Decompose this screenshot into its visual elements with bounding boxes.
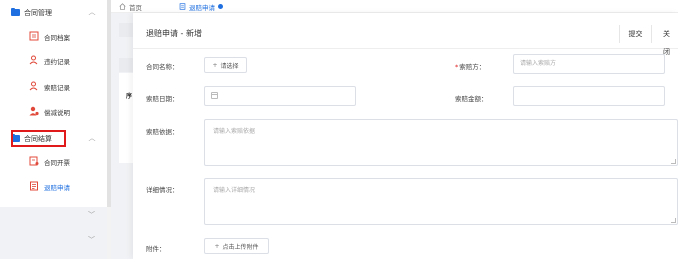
claimant-input[interactable]: 请输入索赔方: [513, 54, 665, 74]
tab-bar: 首页 退赔申请: [111, 0, 678, 13]
refund-request-icon: [30, 181, 38, 191]
upload-button-label: 点击上传附件: [222, 243, 259, 251]
tab-home[interactable]: 首页: [119, 0, 142, 13]
document-icon: [179, 3, 186, 10]
claim-date-picker[interactable]: [204, 86, 356, 106]
claim-record-icon: [29, 81, 38, 91]
details-textarea[interactable]: 请输入详细情况: [204, 178, 678, 225]
calendar-icon: [211, 92, 218, 99]
chevron-down-icon[interactable]: ﹀: [88, 235, 95, 245]
claimant-label: *索赔方：: [455, 61, 485, 71]
resize-handle[interactable]: [671, 159, 676, 164]
claim-amount-label: 索赔金额：: [455, 95, 488, 103]
background-table: 序: [119, 73, 133, 163]
claim-date-label: 索赔日期：: [146, 95, 179, 103]
nav-group-label: 合同管理: [24, 9, 52, 17]
submit-button[interactable]: 提交: [619, 25, 651, 43]
chevron-down-icon[interactable]: ﹀: [88, 210, 95, 220]
sidebar-item-deduction-note[interactable]: 偿减说明: [0, 101, 107, 121]
sidebar-item-label: 索赔记录: [44, 84, 70, 92]
table-header-cell: 序: [126, 93, 133, 100]
background-block: [119, 23, 133, 37]
claimant-label-text: 索赔方：: [459, 63, 486, 71]
details-label: 详细情况：: [146, 186, 179, 194]
close-button[interactable]: 关闭: [651, 25, 678, 56]
basis-textarea[interactable]: 请输入索赔依据: [204, 119, 678, 166]
required-asterisk: *: [455, 63, 459, 71]
breach-record-icon: [29, 55, 38, 65]
chevron-up-icon: ︿: [88, 8, 96, 16]
resize-handle[interactable]: [671, 218, 676, 223]
highlight-box: [11, 130, 66, 147]
choose-button-label: 请选择: [220, 62, 239, 70]
tab-label: 退赔申请: [189, 3, 215, 12]
dialog-title: 退赔申请 - 新增: [146, 29, 202, 38]
dialog: 退赔申请 - 新增 提交 关闭 合同名称： + 请选择 *索赔方： 请输入索赔方…: [133, 13, 678, 259]
dialog-header: 退赔申请 - 新增 提交 关闭: [133, 13, 678, 56]
sidebar-item-refund-request[interactable]: 退赔申请: [0, 176, 107, 196]
folder-icon: [11, 7, 20, 16]
sidebar-item-label: 合同档案: [44, 34, 70, 42]
sidebar: 合同管理 ︿ 合同档案 违约记录 索赔记录 偿减说明 合同结算 ︿ 合同开票 退…: [0, 0, 107, 259]
invoice-icon: [29, 156, 39, 166]
claim-amount-input[interactable]: [513, 86, 665, 106]
nav-group-contract-management[interactable]: 合同管理 ︿: [0, 2, 107, 24]
attachment-label: 附件：: [146, 245, 166, 253]
sidebar-collapsed-area: ﹀ ﹀: [0, 207, 107, 259]
upload-attachment-button[interactable]: + 点击上传附件: [204, 238, 269, 254]
sidebar-item-label: 偿减说明: [44, 109, 70, 117]
basis-label: 索赔依据：: [146, 128, 179, 136]
tab-refund-request[interactable]: 退赔申请: [179, 0, 223, 13]
tab-close-icon[interactable]: [218, 4, 223, 9]
deduction-note-icon: [29, 106, 39, 116]
contract-name-label: 合同名称：: [146, 63, 179, 71]
sidebar-item-label: 违约记录: [44, 58, 70, 66]
home-icon: [119, 3, 126, 10]
sidebar-item-invoice[interactable]: 合同开票: [0, 151, 107, 171]
tab-label: 首页: [129, 3, 142, 12]
sidebar-item-contract-archive[interactable]: 合同档案: [0, 26, 107, 46]
sidebar-item-breach-record[interactable]: 违约记录: [0, 50, 107, 70]
sidebar-item-label: 合同开票: [44, 159, 70, 167]
plus-icon: +: [214, 242, 220, 250]
chevron-up-icon: ︿: [88, 134, 96, 142]
plus-icon: +: [212, 61, 218, 69]
basis-placeholder: 请输入索赔依据: [213, 128, 256, 135]
background-block: [119, 58, 133, 72]
sidebar-item-label: 退赔申请: [44, 184, 70, 192]
choose-contract-button[interactable]: + 请选择: [204, 57, 247, 73]
background-page: 序: [111, 13, 133, 259]
details-placeholder: 请输入详细情况: [213, 187, 256, 194]
contract-archive-icon: [29, 31, 39, 41]
sidebar-item-claim-record[interactable]: 索赔记录: [0, 76, 107, 96]
